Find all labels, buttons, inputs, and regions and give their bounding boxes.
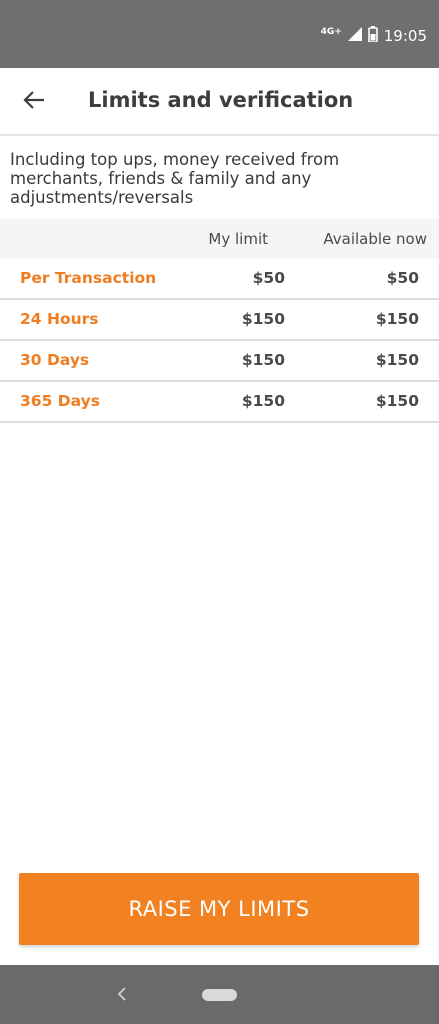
arrow-left-icon [23,90,45,114]
row-label: Per Transaction [20,269,157,287]
system-nav-bar [0,965,439,1024]
row-my-limit: $150 [241,351,285,369]
table-header: My limit Available now [0,219,439,259]
status-bar: 4G+ 19:05 [0,0,439,68]
limits-table: My limit Available now Per Transaction $… [0,219,439,423]
nav-back-button[interactable] [110,983,134,1007]
column-header-my-limit: My limit [208,230,268,248]
home-pill-icon[interactable] [202,989,237,1001]
status-time: 19:05 [383,27,427,45]
limits-note: Including top ups, money received from m… [10,150,340,207]
status-indicators: 4G+ 19:05 [321,26,427,46]
page-title: Limits and verification [88,88,354,112]
raise-my-limits-button[interactable]: RAISE MY LIMITS [19,873,419,945]
table-row: Per Transaction $50 $50 [0,259,439,300]
row-my-limit: $150 [241,392,285,410]
column-header-available-now: Available now [323,230,427,248]
chevron-left-icon [117,986,127,1005]
row-label: 365 Days [20,392,100,410]
row-my-limit: $50 [252,269,285,287]
app-bar: Limits and verification [0,68,439,136]
row-label: 30 Days [20,351,90,369]
row-available: $150 [375,351,419,369]
signal-icon [347,27,362,45]
row-label: 24 Hours [20,310,99,328]
back-button[interactable] [16,86,52,118]
network-type: 4G+ [320,27,342,37]
row-available: $150 [375,310,419,328]
battery-icon [367,26,378,46]
row-available: $150 [375,392,419,410]
table-row: 30 Days $150 $150 [0,341,439,382]
table-row: 24 Hours $150 $150 [0,300,439,341]
row-my-limit: $150 [241,310,285,328]
table-row: 365 Days $150 $150 [0,382,439,423]
row-available: $50 [386,269,419,287]
